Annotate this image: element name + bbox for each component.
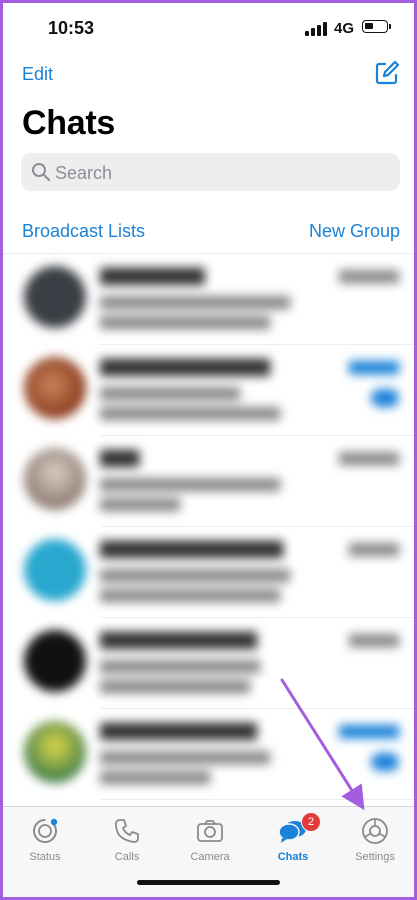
- avatar: [24, 539, 86, 601]
- avatar: [24, 448, 86, 510]
- home-indicator: [137, 880, 280, 885]
- tab-label: Chats: [277, 851, 309, 863]
- edit-button[interactable]: Edit: [22, 64, 53, 85]
- network-type: 4G: [334, 20, 355, 37]
- tab-status[interactable]: Status: [5, 813, 85, 865]
- chat-name-blurred: ▇▇▇▇▇▇▇▇▇▇▇▇: [100, 630, 257, 649]
- tab-camera[interactable]: Camera: [170, 813, 250, 865]
- chat-name-blurred: ▇▇▇▇▇▇▇▇▇▇▇▇▇: [100, 357, 270, 376]
- tab-label: Settings: [355, 851, 395, 863]
- search-input[interactable]: [53, 159, 387, 187]
- tab-label: Calls: [114, 851, 140, 863]
- tab-label: Status: [29, 851, 61, 863]
- tab-label: Camera: [190, 851, 230, 863]
- chat-time-blurred: ▇▇▇▇▇▇: [339, 268, 399, 283]
- search-bar[interactable]: [21, 153, 400, 191]
- tab-calls[interactable]: Calls: [87, 813, 167, 865]
- chat-row[interactable]: ▇▇▇ ▇▇▇▇▇▇ ▇▇▇▇▇▇▇▇▇▇▇▇▇▇▇▇▇▇ ▇▇▇▇▇▇▇▇: [0, 436, 417, 527]
- chat-preview-blurred: ▇▇▇▇▇▇▇▇▇▇▇▇▇▇ ▇▇▇▇▇▇▇▇▇▇▇▇▇▇▇▇▇▇: [100, 385, 280, 420]
- page-title: Chats: [22, 104, 115, 142]
- chat-time-blurred: ▇▇▇▇▇: [349, 541, 399, 556]
- chat-row[interactable]: ▇▇▇▇▇▇▇▇▇▇▇▇▇▇ ▇▇▇▇▇ ▇▇▇▇▇▇▇▇▇▇▇▇▇▇▇▇▇▇▇…: [0, 527, 417, 618]
- chat-preview-blurred: ▇▇▇▇▇▇▇▇▇▇▇▇▇▇▇▇▇▇ ▇▇▇▇▇▇▇▇: [100, 476, 280, 511]
- avatar: [24, 357, 86, 419]
- new-group-link[interactable]: New Group: [309, 221, 400, 242]
- chat-name-blurred: ▇▇▇▇▇▇▇▇▇▇▇▇▇▇: [100, 539, 284, 558]
- annotation-arrow: [280, 678, 365, 811]
- chat-name-blurred: ▇▇▇▇▇▇▇▇: [100, 266, 205, 285]
- chat-name-blurred: ▇▇▇▇▇▇▇▇▇▇▇▇: [100, 721, 257, 740]
- unread-badge-blurred: [371, 389, 399, 407]
- chat-preview-blurred: ▇▇▇▇▇▇▇▇▇▇▇▇▇▇▇▇▇▇▇ ▇▇▇▇▇▇▇▇▇▇▇▇▇▇▇▇▇▇: [100, 567, 290, 602]
- avatar: [24, 630, 86, 692]
- chat-time-blurred: ▇▇▇▇▇: [349, 632, 399, 647]
- compose-icon[interactable]: [374, 60, 400, 86]
- broadcast-lists-link[interactable]: Broadcast Lists: [22, 221, 145, 242]
- signal-icon: [305, 22, 327, 36]
- phone-icon: [115, 819, 139, 843]
- avatar: [24, 721, 86, 783]
- status-bar: 10:53 4G: [0, 0, 417, 56]
- battery-icon: [362, 20, 391, 33]
- search-icon: [31, 162, 51, 182]
- status-icon: [33, 818, 58, 843]
- chat-name-blurred: ▇▇▇: [100, 448, 140, 467]
- chat-time-blurred: ▇▇▇▇▇: [349, 359, 399, 374]
- status-time: 10:53: [48, 18, 95, 38]
- chat-time-blurred: ▇▇▇▇▇▇: [339, 450, 399, 465]
- avatar: [24, 266, 86, 328]
- chat-preview-blurred: ▇▇▇▇▇▇▇▇▇▇▇▇▇▇▇▇▇▇▇ ▇▇▇▇▇▇▇▇▇▇▇▇▇▇▇▇▇: [100, 294, 290, 329]
- camera-icon: [197, 820, 223, 842]
- chat-row[interactable]: ▇▇▇▇▇▇▇▇ ▇▇▇▇▇▇ ▇▇▇▇▇▇▇▇▇▇▇▇▇▇▇▇▇▇▇ ▇▇▇▇▇…: [0, 254, 417, 345]
- chat-row[interactable]: ▇▇▇▇▇▇▇▇▇▇▇▇▇ ▇▇▇▇▇ ▇▇▇▇▇▇▇▇▇▇▇▇▇▇ ▇▇▇▇▇▇…: [0, 345, 417, 436]
